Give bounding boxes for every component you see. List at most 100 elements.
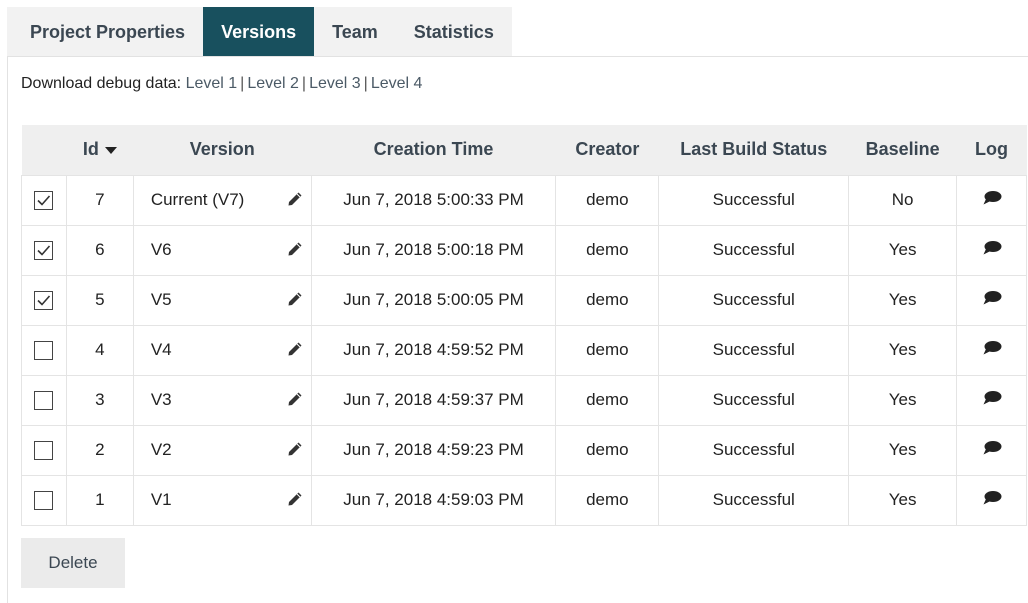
build-status-cell: Successful [658, 274, 850, 326]
baseline-cell: Yes [848, 374, 958, 426]
log-cell [956, 474, 1027, 526]
version-cell: V3 [132, 374, 312, 426]
creator-cell: demo [555, 374, 660, 426]
pencil-icon[interactable] [287, 291, 303, 312]
row-checkbox[interactable] [34, 491, 54, 510]
table-row: 7 Current (V7) Jun 7, 2018 5:00:33 PM demo S… [21, 174, 1027, 226]
id-cell: 7 [65, 174, 134, 226]
select-cell [21, 374, 67, 426]
id-cell: 6 [65, 224, 134, 276]
log-column-header: Log [975, 139, 1009, 160]
baseline-column-header[interactable]: Baseline [849, 125, 957, 175]
creation-time-cell: Jun 7, 2018 4:59:03 PM [310, 474, 557, 526]
version-column-header[interactable]: Version [133, 125, 311, 175]
build-status-cell: Successful [658, 424, 850, 476]
tab-team[interactable]: Team [314, 7, 396, 57]
delete-button[interactable]: Delete [21, 538, 125, 588]
id-cell: 5 [65, 274, 134, 326]
row-checkbox[interactable] [34, 341, 54, 360]
tab-bar: Project Properties Versions Team Statist… [7, 7, 512, 57]
tab-versions[interactable]: Versions [203, 7, 315, 57]
separator: | [240, 75, 245, 92]
version-name: V2 [150, 440, 172, 459]
debug-level-1-link[interactable]: Level 1 [186, 75, 238, 92]
version-name: V6 [150, 240, 172, 259]
left-border [7, 56, 8, 603]
creator-cell: demo [555, 174, 660, 226]
baseline-cell: Yes [848, 224, 958, 276]
id-column-header[interactable]: Id [66, 125, 133, 175]
baseline-cell: Yes [848, 424, 958, 476]
log-cell [956, 374, 1027, 426]
log-cell [956, 224, 1027, 276]
creator-cell: demo [555, 424, 660, 476]
row-checkbox[interactable] [34, 441, 54, 460]
pencil-icon[interactable] [287, 341, 303, 362]
row-checkbox[interactable] [34, 241, 54, 260]
row-checkbox[interactable] [34, 391, 54, 410]
table-row: 5 V5 Jun 7, 2018 5:00:05 PM demo Successful Y… [21, 274, 1027, 326]
debug-download-row: Download debug data: Level 1 | Level 2 | Lev… [21, 75, 422, 93]
debug-label: Download debug data: [21, 75, 182, 92]
creation-time-cell: Jun 7, 2018 4:59:52 PM [310, 324, 557, 376]
baseline-cell: Yes [848, 324, 958, 376]
comment-icon[interactable] [982, 490, 1002, 510]
version-cell: V6 [132, 224, 312, 276]
build-status-cell: Successful [658, 324, 850, 376]
creation-time-cell: Jun 7, 2018 4:59:23 PM [310, 424, 557, 476]
debug-level-4-link[interactable]: Level 4 [371, 75, 423, 92]
select-cell [21, 224, 67, 276]
select-cell [21, 274, 67, 326]
creator-cell: demo [555, 474, 660, 526]
creation-time-cell: Jun 7, 2018 5:00:05 PM [310, 274, 557, 326]
id-cell: 1 [65, 474, 134, 526]
creation-time-column-header[interactable]: Creation Time [311, 125, 556, 175]
select-column-header [22, 125, 67, 175]
baseline-cell: Yes [848, 474, 958, 526]
tab-statistics[interactable]: Statistics [396, 7, 512, 57]
debug-level-2-link[interactable]: Level 2 [247, 75, 299, 92]
version-name: V5 [150, 290, 172, 309]
last-build-status-column-header[interactable]: Last Build Status [659, 125, 849, 175]
build-status-cell: Successful [658, 374, 850, 426]
creation-time-cell: Jun 7, 2018 5:00:33 PM [310, 174, 557, 226]
tab-project-properties[interactable]: Project Properties [7, 7, 203, 57]
caret-down-icon [104, 146, 117, 154]
comment-icon[interactable] [982, 340, 1002, 360]
comment-icon[interactable] [982, 390, 1002, 410]
pencil-icon[interactable] [287, 241, 303, 262]
version-cell: Current (V7) [132, 174, 312, 226]
baseline-cell: No [848, 174, 958, 226]
row-checkbox[interactable] [34, 191, 54, 210]
baseline-cell: Yes [848, 274, 958, 326]
comment-icon[interactable] [982, 440, 1002, 460]
pencil-icon[interactable] [287, 391, 303, 412]
build-status-cell: Successful [658, 474, 850, 526]
table-row: 3 V3 Jun 7, 2018 4:59:37 PM demo Successful Y… [21, 374, 1027, 426]
version-cell: V4 [132, 324, 312, 376]
comment-icon[interactable] [982, 190, 1002, 210]
pencil-icon[interactable] [287, 491, 303, 512]
id-cell: 4 [65, 324, 134, 376]
row-checkbox[interactable] [34, 291, 54, 310]
version-cell: V2 [132, 424, 312, 476]
pencil-icon[interactable] [287, 191, 303, 212]
comment-icon[interactable] [982, 290, 1002, 310]
table-row: 2 V2 Jun 7, 2018 4:59:23 PM demo Successful Y… [21, 424, 1027, 476]
id-header-label: Id [82, 139, 99, 160]
creator-cell: demo [555, 224, 660, 276]
comment-icon[interactable] [982, 240, 1002, 260]
version-name: Current (V7) [150, 190, 245, 209]
log-cell [956, 174, 1027, 226]
version-cell: V5 [132, 274, 312, 326]
debug-level-3-link[interactable]: Level 3 [309, 75, 361, 92]
select-cell [21, 424, 67, 476]
table-row: 6 V6 Jun 7, 2018 5:00:18 PM demo Successful Y… [21, 224, 1027, 276]
version-name: V4 [150, 340, 172, 359]
creator-column-header[interactable]: Creator [556, 125, 659, 175]
log-cell [956, 424, 1027, 476]
pencil-icon[interactable] [287, 441, 303, 462]
table-row: 1 V1 Jun 7, 2018 4:59:03 PM demo Successful Y… [21, 474, 1027, 526]
table-row: 4 V4 Jun 7, 2018 4:59:52 PM demo Successful Y… [21, 324, 1027, 376]
versions-table: Id Version Creation Time Creator Last Bu… [21, 125, 1027, 526]
